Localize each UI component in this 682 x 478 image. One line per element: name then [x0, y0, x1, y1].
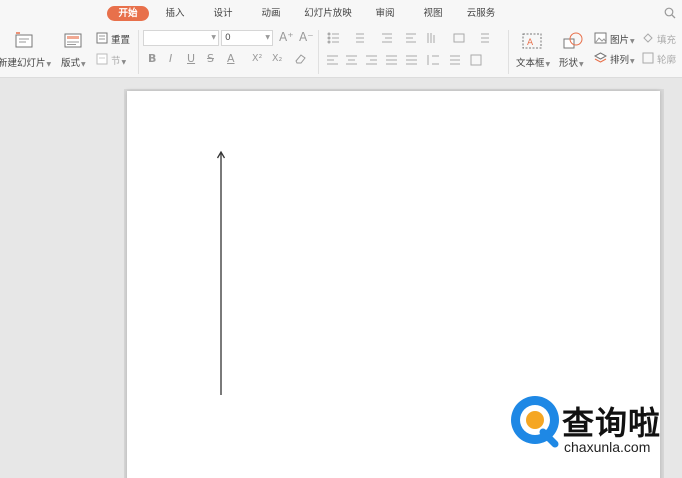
- shape-label: 形状: [559, 58, 579, 69]
- divider: [318, 30, 319, 74]
- chevron-down-icon: ▼: [121, 59, 127, 66]
- font-size-value: 0: [225, 33, 231, 43]
- underline-button[interactable]: U: [187, 52, 195, 65]
- fill-button[interactable]: 填充: [657, 32, 676, 46]
- arrange-icon[interactable]: [594, 52, 607, 64]
- picture-button[interactable]: 图片▼: [610, 32, 635, 46]
- svg-text:A: A: [527, 38, 534, 48]
- outline-button[interactable]: 轮廓: [657, 52, 676, 66]
- shape-button[interactable]: 形状▼: [559, 55, 584, 69]
- divider: [508, 30, 509, 74]
- picture-label: 图片: [610, 35, 630, 46]
- new-slide-label: 新建幻灯片: [0, 58, 46, 69]
- new-slide-icon[interactable]: [14, 32, 34, 50]
- watermark-title: 查询啦: [562, 404, 662, 442]
- outline-icon[interactable]: [642, 52, 655, 64]
- text-box-icon[interactable]: A: [520, 31, 544, 51]
- reset-button[interactable]: 重置: [111, 32, 130, 46]
- chevron-down-icon: ▼: [46, 61, 52, 68]
- chevron-down-icon: ▼: [265, 34, 270, 41]
- font-color-button[interactable]: A: [227, 52, 235, 65]
- tab-design[interactable]: 设计: [208, 6, 238, 21]
- text-box-button[interactable]: 文本框▼: [516, 55, 550, 69]
- chevron-down-icon: ▼: [630, 58, 635, 65]
- reset-icon[interactable]: [96, 32, 108, 44]
- arrange-button[interactable]: 排列▼: [610, 52, 635, 66]
- font-grow-button[interactable]: A⁺: [279, 30, 294, 44]
- section-label: 节: [111, 56, 121, 67]
- chevron-down-icon: ▼: [545, 61, 551, 68]
- divider: [138, 30, 139, 74]
- menu-bar: 开始 插入 设计 动画 幻灯片放映 审阅 视图 云服务: [0, 0, 682, 26]
- bold-button[interactable]: B: [148, 52, 156, 65]
- search-icon[interactable]: [664, 7, 676, 19]
- arrow-up-shape[interactable]: [213, 149, 229, 397]
- eraser-icon[interactable]: [294, 53, 307, 65]
- arrange-label: 排列: [610, 55, 630, 66]
- tab-home[interactable]: 开始: [107, 6, 149, 21]
- chevron-down-icon: ▼: [630, 38, 635, 45]
- chevron-down-icon: ▼: [211, 34, 216, 41]
- text-box-label: 文本框: [516, 58, 545, 69]
- font-shrink-button[interactable]: A⁻: [299, 30, 314, 44]
- section-icon[interactable]: [96, 53, 108, 65]
- strikethrough-button[interactable]: S: [207, 52, 214, 65]
- font-size-select[interactable]: 0 ▼: [221, 30, 273, 46]
- subscript-button[interactable]: X₂: [272, 53, 282, 64]
- superscript-button[interactable]: X²: [252, 53, 262, 64]
- section-button[interactable]: 节▼: [111, 53, 126, 67]
- ribbon-toolbar: 新建幻灯片▼ 版式▼ 重置 节▼ ▼ 0 ▼ A⁺ A⁻ B I U S A X²…: [0, 26, 682, 78]
- tab-insert[interactable]: 插入: [160, 6, 190, 21]
- chevron-down-icon: ▼: [81, 61, 86, 68]
- paragraph-tools-row1: [327, 32, 489, 44]
- layout-button[interactable]: 版式▼: [61, 55, 86, 69]
- layout-label: 版式: [61, 58, 81, 69]
- paragraph-tools-row2: [327, 54, 482, 66]
- tab-animation[interactable]: 动画: [256, 6, 286, 21]
- fill-icon[interactable]: [642, 32, 655, 44]
- tab-review[interactable]: 审阅: [370, 6, 400, 21]
- tab-cloud[interactable]: 云服务: [462, 6, 500, 21]
- watermark-url: chaxunla.com: [564, 439, 651, 455]
- font-name-select[interactable]: ▼: [143, 30, 219, 46]
- new-slide-button[interactable]: 新建幻灯片▼: [0, 55, 51, 69]
- tab-view[interactable]: 视图: [418, 6, 448, 21]
- italic-button[interactable]: I: [169, 52, 172, 65]
- chevron-down-icon: ▼: [579, 61, 584, 68]
- layout-icon[interactable]: [63, 32, 83, 50]
- shape-icon[interactable]: [561, 31, 585, 51]
- tab-slideshow[interactable]: 幻灯片放映: [300, 6, 356, 21]
- picture-icon[interactable]: [594, 32, 607, 44]
